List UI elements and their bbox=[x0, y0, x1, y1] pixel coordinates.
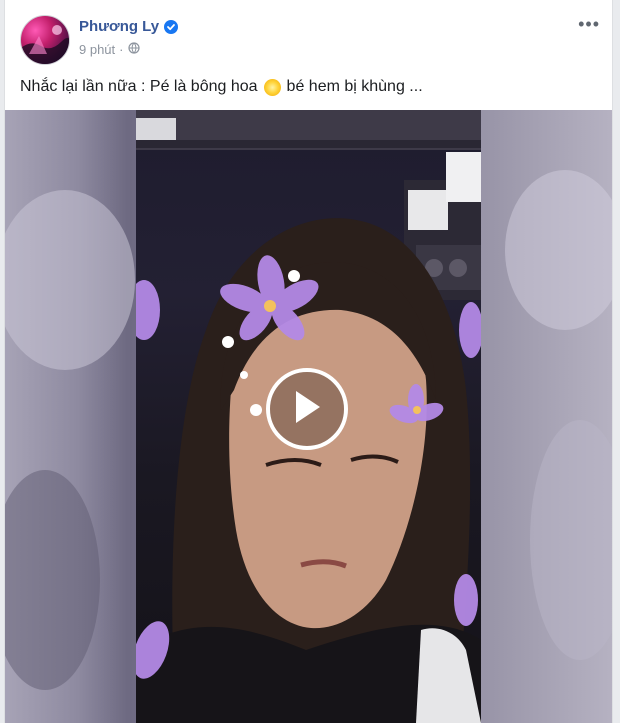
caption-text-before: Nhắc lại lần nữa : Pé là bông hoa bbox=[20, 78, 258, 95]
author-name-row: Phương Ly bbox=[79, 18, 179, 35]
author-name[interactable]: Phương Ly bbox=[79, 18, 159, 35]
post-caption: Nhắc lại lần nữa : Pé là bông hoa bé hem… bbox=[20, 78, 423, 96]
post-header: Phương Ly 9 phút · ••• bbox=[5, 0, 612, 70]
globe-icon[interactable] bbox=[127, 42, 140, 57]
video-player[interactable] bbox=[5, 110, 612, 723]
blossom-emoji-icon bbox=[263, 78, 281, 96]
caption-text-after: bé hem bị khùng ... bbox=[286, 78, 423, 95]
more-options-icon[interactable]: ••• bbox=[578, 14, 600, 35]
post-time[interactable]: 9 phút bbox=[79, 42, 115, 57]
play-button[interactable] bbox=[266, 368, 348, 450]
facebook-post: Phương Ly 9 phút · ••• Nhắc lại lần nữa … bbox=[4, 0, 613, 723]
author-avatar[interactable] bbox=[20, 15, 70, 65]
play-icon bbox=[290, 387, 324, 432]
post-meta: 9 phút · bbox=[79, 42, 140, 57]
verified-badge-icon bbox=[164, 19, 179, 34]
